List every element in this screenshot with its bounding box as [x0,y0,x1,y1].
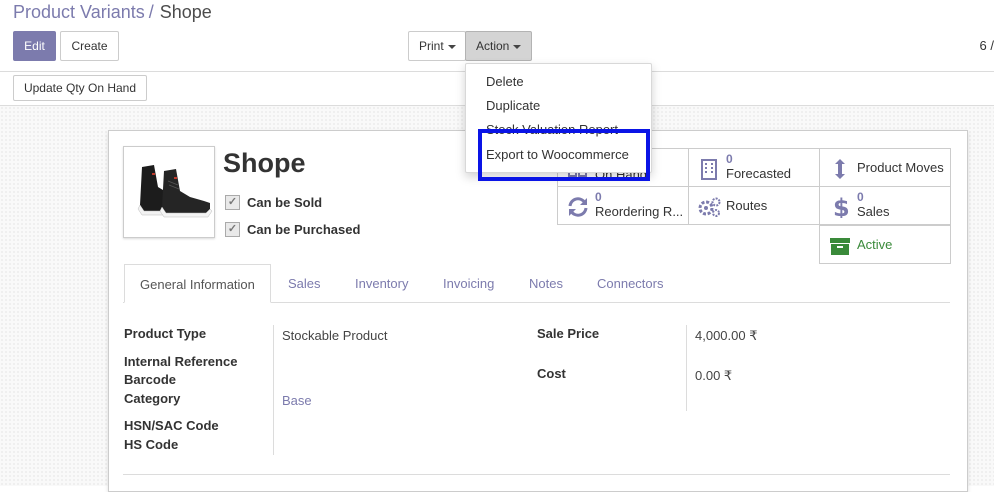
internal-reference-label: Internal Reference [124,354,238,369]
sales-smart-button[interactable]: $ 0 Sales [819,186,951,225]
sale-price-value: 4,000.00 ₹ [695,328,758,343]
forecasted-smart-button[interactable]: 0 Forecasted [688,148,820,187]
breadcrumb: Product Variants / Shope [13,2,212,23]
field-divider [273,325,274,455]
cost-label: Cost [537,366,566,381]
tab-sales[interactable]: Sales [288,264,321,302]
tab-notes[interactable]: Notes [529,264,563,302]
print-dropdown-button[interactable]: Print [408,31,466,61]
archive-icon [830,238,850,255]
sales-label: Sales [857,204,890,219]
hs-code-label: HS Code [124,437,179,452]
reordering-smart-button[interactable]: 0 Reordering R... [557,186,689,225]
hsn-sac-code-label: HSN/SAC Code [124,418,219,433]
highlight-box [478,129,650,181]
breadcrumb-current: Shope [159,2,212,22]
section-divider [123,474,950,475]
tab-invoicing[interactable]: Invoicing [443,264,494,302]
pager-value[interactable]: 6 / [980,38,994,53]
product-name: Shope [223,148,306,178]
refresh-icon [568,197,588,217]
create-button[interactable]: Create [60,31,119,61]
menu-item-duplicate[interactable]: Duplicate [486,98,540,113]
active-label: Active [857,237,893,252]
print-label: Print [419,39,444,53]
routes-label: Routes [726,198,768,213]
tab-general-information[interactable]: General Information [124,264,271,303]
arrows-v-icon [835,159,845,179]
breadcrumb-parent-link[interactable]: Product Variants [13,2,145,22]
forecasted-value: 0 [726,152,733,166]
category-label: Category [124,391,181,406]
product-image[interactable] [123,146,215,238]
can-be-purchased-row: ✓ Can be Purchased [225,222,360,238]
can-be-sold-label: Can be Sold [247,195,323,210]
sneaker-image-icon [137,165,213,218]
category-link[interactable]: Base [282,393,312,408]
action-label: Action [476,39,510,53]
tab-connectors[interactable]: Connectors [597,264,663,302]
sale-price-label: Sale Price [537,326,600,341]
reordering-label: Reordering R... [595,204,684,219]
can-be-purchased-label: Can be Purchased [247,222,361,237]
svg-text:$: $ [833,196,850,218]
building-icon [701,159,717,180]
action-dropdown-button[interactable]: Action [465,31,532,61]
can-be-sold-checkbox[interactable]: ✓ [225,195,240,211]
forecasted-label: Forecasted [726,166,792,181]
breadcrumb-separator: / [148,2,154,22]
barcode-label: Barcode [124,372,177,387]
cost-value: 0.00 ₹ [695,368,733,383]
edit-button[interactable]: Edit [13,31,56,61]
routes-smart-button[interactable]: Routes [688,186,820,225]
can-be-purchased-checkbox[interactable]: ✓ [225,222,240,238]
tab-inventory[interactable]: Inventory [355,264,408,302]
product-moves-smart-button[interactable]: Product Moves [819,148,951,187]
product-type-value: Stockable Product [282,328,388,343]
caret-down-icon [513,44,522,49]
product-moves-label: Product Moves [857,160,944,175]
field-divider [686,325,687,411]
can-be-sold-row: ✓ Can be Sold [225,195,322,211]
update-qty-on-hand-button[interactable]: Update Qty On Hand [13,75,147,101]
menu-item-delete[interactable]: Delete [486,74,524,89]
product-type-label: Product Type [124,326,207,341]
caret-down-icon [447,44,456,49]
cogs-icon [698,197,721,217]
sales-value: 0 [857,190,864,204]
active-toggle-button[interactable]: Active [819,225,951,264]
dollar-icon: $ [833,196,850,218]
reordering-value: 0 [595,190,602,204]
